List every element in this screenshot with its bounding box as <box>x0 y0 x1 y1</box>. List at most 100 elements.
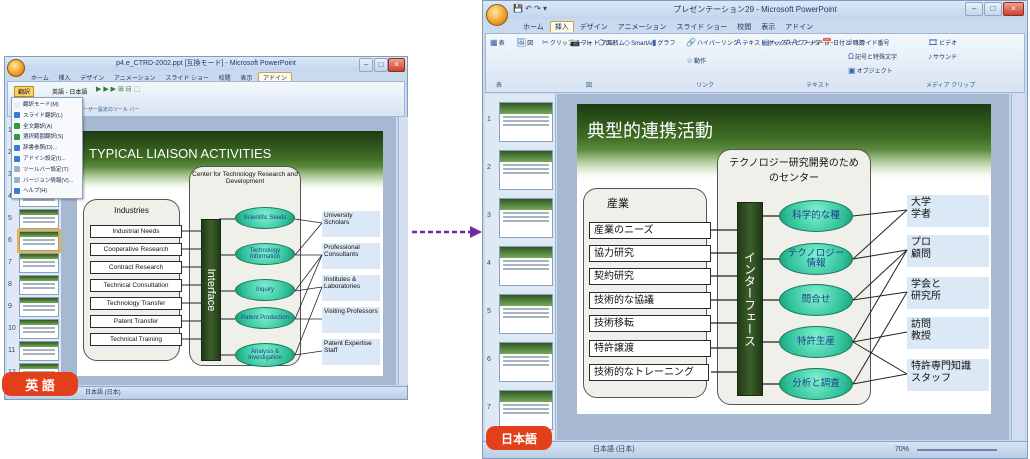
menu-item-label: アドイン設定(I)... <box>23 156 66 162</box>
left-activity-oval: Scientific Seeds <box>235 207 295 229</box>
menu-item-label: ヘルプ(H) <box>23 188 48 195</box>
translate-menu-item[interactable]: 辞書参照(D)... <box>12 143 82 153</box>
left-industry-box: Technical Consultation <box>90 279 182 292</box>
right-tab[interactable]: ホーム <box>519 22 548 32</box>
right-minimize-button[interactable]: – <box>965 2 983 16</box>
left-translate-menu-button[interactable]: 翻訳 <box>14 86 35 97</box>
left-office-button[interactable] <box>7 59 25 77</box>
translate-menu-item[interactable]: バージョン情報(V)... <box>12 176 82 186</box>
left-slide-thumbnail[interactable] <box>19 253 59 273</box>
right-tab-insert[interactable]: 挿入 <box>549 21 574 32</box>
ribbon-icon: ◇ <box>624 38 631 47</box>
ribbon-button[interactable]: 🎞ビデオ <box>928 38 957 47</box>
right-thumb-number: 6 <box>487 356 491 363</box>
left-slide-thumbnail[interactable] <box>19 297 59 317</box>
translate-menu-item[interactable]: アドイン設定(I)... <box>12 154 82 164</box>
ribbon-button[interactable]: ⬠図形 <box>598 38 618 47</box>
right-slide-thumbnail[interactable] <box>499 150 553 190</box>
menu-item-icon <box>14 155 20 162</box>
left-slide-thumbnail[interactable] <box>19 319 59 339</box>
translate-menu-item[interactable]: スライド翻訳(L) <box>12 111 82 121</box>
right-slide-thumbnail[interactable] <box>499 294 553 334</box>
left-slide-canvas: TYPICAL LIAISON ACTIVITIES Industries Ce… <box>62 117 396 385</box>
right-thumb-number: 2 <box>487 164 491 171</box>
left-window-title: p4.e_CTRD-2002.ppt [互換モード] - Microsoft P… <box>116 60 296 67</box>
ribbon-button[interactable]: 🖼図 <box>516 38 533 47</box>
left-minimize-button[interactable]: – <box>359 58 373 72</box>
right-tab[interactable]: 表示 <box>757 22 779 32</box>
ribbon-button[interactable]: Ω記号と特殊文字 <box>848 52 897 61</box>
right-tab[interactable]: 校閲 <box>733 22 755 32</box>
right-industry-box: 技術的な協議 <box>589 292 711 309</box>
left-slide-thumbnail[interactable] <box>17 229 61 253</box>
right-office-button[interactable] <box>486 4 508 26</box>
ribbon-icon: # <box>848 38 853 47</box>
right-tab[interactable]: アドイン <box>781 22 817 32</box>
right-slide-thumbnail[interactable] <box>499 198 553 238</box>
ribbon-icon: 📅 <box>822 38 832 47</box>
left-status-language: 日本語 (日本) <box>85 390 121 396</box>
left-slide-thumbnail[interactable] <box>19 209 59 229</box>
left-toolbar-play-icons[interactable]: ▶ ▶ ▶ ⊞ ⊟ ⬚ <box>96 85 140 93</box>
right-industries-title: 産業 <box>607 198 629 210</box>
right-industry-box: 技術移転 <box>589 315 711 332</box>
right-slide-thumbnail[interactable] <box>499 102 553 142</box>
left-activity-oval: Technology Information <box>235 243 295 265</box>
zoom-slider[interactable] <box>917 449 997 451</box>
ribbon-button[interactable]: #スライド番号 <box>848 38 889 47</box>
translate-menu-item[interactable]: ヘルプ(H) <box>12 186 82 196</box>
ribbon-button-label: ビデオ <box>939 41 958 47</box>
left-scrollbar[interactable] <box>398 117 408 385</box>
ribbon-button[interactable]: ▦表 <box>490 38 505 47</box>
zoom-level[interactable]: 70% <box>895 442 909 458</box>
right-scrollbar[interactable] <box>1011 94 1024 440</box>
translate-menu-item[interactable]: 全文翻訳(A) <box>12 122 82 132</box>
left-activity-oval: Inquiry <box>235 279 295 301</box>
right-thumbnail-pane: 1 2 3 4 5 6 7 <box>485 94 556 440</box>
right-tab[interactable]: スライド ショー <box>672 22 731 32</box>
menu-item-label: スライド翻訳(L) <box>23 112 63 119</box>
right-close-button[interactable]: × <box>1003 2 1024 16</box>
ribbon-button[interactable]: ♪サウンド <box>928 52 957 61</box>
right-activity-oval: 科学的な種 <box>779 200 853 232</box>
left-partner-box: Visiting Professors <box>322 307 380 333</box>
ribbon-button-label: 記号と特殊文字 <box>854 55 897 61</box>
ribbon-button[interactable]: 🔗ハイパーリンク <box>686 38 739 47</box>
right-ribbon: ▦表 🖼図 ✂クリップアート 📷フォト アルバム ⬠図形 ◇SmartArt ▮グラフ 🔗ハイ… <box>485 33 1025 93</box>
left-slide-thumbnail[interactable] <box>19 341 59 361</box>
right-slide-thumbnail[interactable] <box>499 342 553 382</box>
right-partner-box: 特許専門知識 スタッフ <box>907 359 989 391</box>
right-thumb-number: 4 <box>487 260 491 267</box>
right-activity-oval: 特許生産 <box>779 326 853 358</box>
ribbon-button[interactable]: ▣オブジェクト <box>848 66 893 75</box>
left-interface-bar: Interface <box>201 219 221 361</box>
quick-access-icons[interactable]: 💾 ↶ ↷ ▾ <box>513 4 547 13</box>
right-slide: 典型的連携活動 産業 テクノロジー研究開発のためのセンター インターフェース 産… <box>577 104 991 414</box>
menu-item-label: 翻訳モード(M) <box>23 102 59 108</box>
ribbon-icon: 📷 <box>570 38 580 47</box>
left-close-button[interactable]: × <box>388 58 405 72</box>
right-partner-box: 学会と 研究所 <box>907 277 989 309</box>
left-partner-box: University Scholars <box>322 211 380 237</box>
translate-menu-item[interactable]: 選択範囲翻訳(S) <box>12 132 82 142</box>
translate-menu-item[interactable]: ツールバー設定(T) <box>12 165 82 175</box>
right-slide-thumbnail[interactable] <box>499 246 553 286</box>
left-maximize-button[interactable]: □ <box>374 58 388 72</box>
ribbon-button[interactable]: ◇SmartArt <box>624 38 655 47</box>
ribbon-button[interactable]: ☆動作 <box>686 56 706 65</box>
right-tab[interactable]: デザイン <box>576 22 612 32</box>
right-tab[interactable]: アニメーション <box>614 22 671 32</box>
left-industry-box: Industrial Needs <box>90 225 182 238</box>
left-slide-thumbnail[interactable] <box>19 275 59 295</box>
right-partner-box: 大学 学者 <box>907 195 989 227</box>
ribbon-icon: ⬠ <box>598 38 605 47</box>
left-language-pair[interactable]: 英語 - 日本語 <box>52 87 87 96</box>
ribbon-icon: ✂ <box>542 38 549 47</box>
ribbon-button[interactable]: ▮グラフ <box>652 38 675 47</box>
right-slide-thumbnail[interactable] <box>499 390 553 430</box>
left-thumb-number: 5 <box>8 215 12 222</box>
left-activity-oval: Analysis & Investigation <box>235 343 295 367</box>
left-title-bar: p4.e_CTRD-2002.ppt [互換モード] - Microsoft P… <box>5 57 407 71</box>
right-maximize-button[interactable]: □ <box>984 2 1002 16</box>
translate-menu-item[interactable]: 翻訳モード(M) <box>12 100 82 110</box>
